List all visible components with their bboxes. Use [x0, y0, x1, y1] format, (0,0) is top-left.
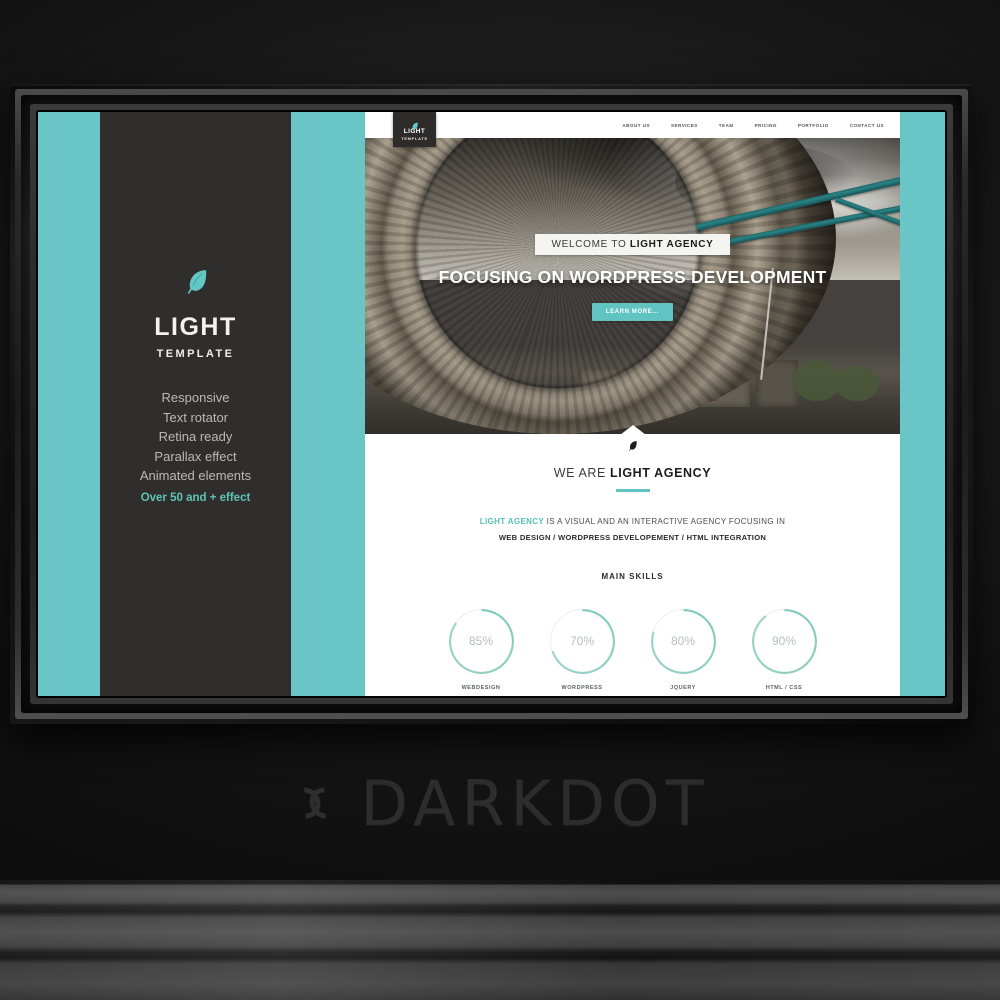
- nav-item-pricing[interactable]: PRICING: [755, 123, 777, 128]
- about-section: WE ARE LIGHT AGENCY LIGHT AGENCY IS A VI…: [365, 425, 900, 696]
- list-item: Text rotator: [162, 409, 229, 425]
- about-heading-prefix: WE ARE: [553, 466, 611, 480]
- nav-item-team[interactable]: TEAM: [719, 123, 734, 128]
- nav-item-services[interactable]: SERVICES: [671, 123, 698, 128]
- about-desc-rest: IS A VISUAL AND AN INTERACTIVE AGENCY FO…: [544, 516, 786, 526]
- about-desc-brand: LIGHT AGENCY: [479, 516, 545, 526]
- skill-item-jquery: 80% JQUERY: [650, 608, 716, 691]
- promo-panel-body: LIGHT TEMPLATE Responsive Text rotator R…: [100, 112, 291, 674]
- about-heading: WE ARE LIGHT AGENCY: [365, 466, 900, 480]
- promo-panel-arrow: [159, 672, 232, 696]
- progress-ring: 90%: [751, 608, 817, 674]
- progress-ring: 85%: [448, 608, 514, 674]
- hero-content: WELCOME TO LIGHT AGENCY FOCUSING ON WORD…: [365, 234, 900, 321]
- about-heading-brand: LIGHT AGENCY: [610, 466, 712, 480]
- about-heading-rule: [615, 489, 650, 492]
- skills-list: 85% WEBDESIGN 70% WORDPRESS 80% JQUERY 9…: [365, 608, 900, 691]
- wall-baseboard: [0, 880, 1000, 1000]
- list-item: Animated elements: [139, 468, 252, 483]
- website-mockup: ABOUT US SERVICES TEAM PRICING PORTFOLIO…: [365, 112, 900, 696]
- skill-item-wordpress: 70% WORDPRESS: [549, 608, 615, 691]
- section-notch: [619, 425, 646, 435]
- about-description: LIGHT AGENCY IS A VISUAL AND AN INTERACT…: [365, 514, 900, 546]
- feather-icon: [185, 268, 207, 301]
- hero-section: WELCOME TO LIGHT AGENCY FOCUSING ON WORD…: [365, 138, 900, 434]
- promo-feature-list: Responsive Text rotator Retina ready Par…: [140, 388, 251, 508]
- promo-panel: LIGHT TEMPLATE Responsive Text rotator R…: [100, 112, 291, 696]
- site-logo[interactable]: LIGHT TEMPLATE: [393, 112, 436, 147]
- skill-item-html-css: 90% HTML / CSS: [751, 608, 817, 691]
- nav-item-about-us[interactable]: ABOUT US: [622, 123, 650, 128]
- hero-badge-brand: LIGHT AGENCY: [629, 239, 714, 250]
- nav-item-portfolio[interactable]: PORTFOLIO: [798, 123, 829, 128]
- progress-ring: 70%: [549, 608, 615, 674]
- picture-frame: LIGHT TEMPLATE Responsive Text rotator R…: [10, 84, 973, 724]
- site-nav-links: ABOUT US SERVICES TEAM PRICING PORTFOLIO…: [622, 123, 900, 128]
- feather-icon: [629, 441, 637, 451]
- promo-title: LIGHT: [154, 313, 237, 341]
- progress-ring: 80%: [650, 608, 716, 674]
- skill-label: WEBDESIGN: [461, 684, 501, 691]
- skill-label: HTML / CSS: [765, 684, 803, 691]
- artwork-canvas: LIGHT TEMPLATE Responsive Text rotator R…: [38, 112, 945, 696]
- skill-percent: 85%: [468, 634, 494, 648]
- list-item: Parallax effect: [154, 448, 237, 464]
- skill-label: WORDPRESS: [561, 684, 603, 691]
- nav-item-contact-us[interactable]: CONTACT US: [850, 123, 884, 128]
- hero-headline: FOCUSING ON WORDPRESS DEVELOPMENT: [438, 267, 827, 287]
- feather-icon: [411, 118, 418, 131]
- about-feather-wrap: [365, 434, 900, 457]
- skill-item-webdesign: 85% WEBDESIGN: [448, 608, 514, 691]
- about-desc-line2: WEB DESIGN / WORDPRESS DEVELOPEMENT / HT…: [498, 532, 767, 542]
- site-navbar: ABOUT US SERVICES TEAM PRICING PORTFOLIO…: [365, 112, 900, 138]
- hero-badge-prefix: WELCOME TO: [551, 239, 630, 250]
- site-logo-subtitle: TEMPLATE: [401, 136, 428, 141]
- learn-more-button[interactable]: LEARN MORE...: [591, 303, 674, 321]
- skill-percent: 90%: [771, 634, 797, 648]
- site-logo-title: LIGHT: [403, 128, 426, 135]
- promo-highlight: Over 50 and + effect: [140, 491, 251, 504]
- list-item: Responsive: [161, 390, 230, 405]
- hero-welcome-badge: WELCOME TO LIGHT AGENCY: [535, 234, 730, 255]
- skill-percent: 70%: [569, 634, 595, 648]
- skills-heading: MAIN SKILLS: [601, 571, 664, 581]
- list-item: Retina ready: [158, 429, 233, 444]
- skill-percent: 80%: [670, 634, 696, 648]
- skill-label: JQUERY: [670, 684, 696, 691]
- promo-subtitle: TEMPLATE: [156, 348, 235, 360]
